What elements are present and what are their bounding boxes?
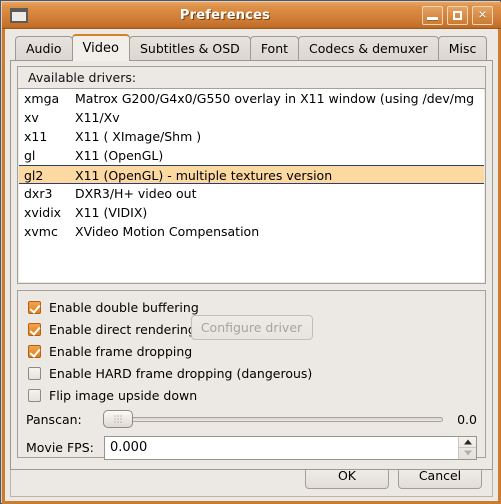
tab-font[interactable]: Font — [249, 36, 300, 60]
checkbox-label: Enable frame dropping — [49, 343, 193, 359]
tab-codecs-demuxer[interactable]: Codecs & demuxer — [298, 36, 439, 60]
available-drivers-frame: Available drivers: xmga Matrox G200/G4x0… — [17, 66, 486, 284]
checkbox-label: Enable HARD frame dropping (dangerous) — [49, 365, 313, 381]
window-icon — [10, 7, 28, 23]
window-title: Preferences — [179, 7, 271, 23]
maximize-button[interactable] — [447, 5, 468, 25]
checkbox-unchecked-icon[interactable] — [28, 388, 41, 402]
close-button[interactable]: ✕ — [472, 5, 493, 25]
close-icon: ✕ — [477, 8, 488, 22]
driver-description: DXR3/H+ video out — [75, 186, 197, 201]
driver-description: X11 (OpenGL) — [75, 148, 164, 163]
checkbox-flip-image-upside-down[interactable]: Flip image upside down — [26, 384, 477, 406]
list-item[interactable]: dxr3 DXR3/H+ video out — [19, 184, 484, 203]
driver-name: xv — [24, 110, 39, 125]
movie-fps-row: Movie FPS: — [26, 434, 477, 461]
video-tab-page: Available drivers: xmga Matrox G200/G4x0… — [10, 60, 493, 470]
driver-description: X11/Xv — [75, 110, 120, 125]
tab-video[interactable]: Video — [71, 34, 130, 61]
driver-name: gl — [24, 148, 36, 163]
minimize-button[interactable] — [422, 5, 443, 25]
checkbox-checked-icon[interactable] — [28, 344, 41, 358]
preferences-window: Preferences ✕ Audio Video Subtitles & OS… — [0, 0, 501, 504]
minimize-icon — [427, 16, 438, 20]
tab-label: Misc — [448, 41, 477, 56]
checkbox-unchecked-icon[interactable] — [28, 366, 41, 380]
configure-driver-label: Configure driver — [200, 320, 303, 335]
checkbox-label: Enable direct rendering — [49, 321, 196, 337]
panscan-row: Panscan: 0.0 — [26, 407, 477, 431]
spinner-down-icon[interactable] — [459, 448, 476, 459]
tab-label: Font — [260, 41, 289, 56]
tab-label: Subtitles & OSD — [139, 41, 240, 56]
list-item[interactable]: xmga Matrox G200/G4x0/G550 overlay in X1… — [19, 89, 484, 108]
driver-description: Matrox G200/G4x0/G550 overlay in X11 win… — [75, 91, 475, 106]
movie-fps-label: Movie FPS: — [26, 440, 94, 455]
tab-audio[interactable]: Audio — [15, 36, 73, 60]
available-drivers-label: Available drivers: — [18, 67, 485, 89]
panscan-slider-thumb[interactable] — [103, 409, 133, 428]
tab-subtitles-osd[interactable]: Subtitles & OSD — [128, 36, 251, 60]
tab-label: Audio — [26, 41, 62, 56]
title-bar: Preferences ✕ — [2, 2, 501, 29]
checkbox-label: Flip image upside down — [49, 387, 198, 403]
grip-icon — [113, 414, 123, 423]
driver-name: x11 — [24, 129, 48, 144]
driver-description: X11 (OpenGL) - multiple textures version — [75, 168, 333, 183]
driver-description: X11 ( XImage/Shm ) — [75, 129, 202, 144]
list-item[interactable]: xvmc XVideo Motion Compensation — [19, 222, 484, 241]
app-root: Preferences ✕ Audio Video Subtitles & OS… — [0, 0, 501, 504]
window-controls: ✕ — [422, 5, 493, 25]
movie-fps-stepper — [458, 436, 476, 459]
tab-bar: Audio Video Subtitles & OSD Font Codecs … — [10, 34, 493, 61]
tab-label: Video — [82, 41, 119, 56]
driver-description: XVideo Motion Compensation — [75, 224, 260, 239]
driver-name: xvidix — [24, 205, 62, 220]
spinner-up-icon[interactable] — [459, 437, 476, 448]
panscan-slider[interactable] — [103, 409, 443, 428]
tab-misc[interactable]: Misc — [437, 36, 488, 60]
driver-name: dxr3 — [24, 186, 53, 201]
movie-fps-spinner[interactable] — [104, 435, 477, 460]
panscan-label: Panscan: — [26, 411, 82, 427]
window-content: Audio Video Subtitles & OSD Font Codecs … — [5, 29, 498, 501]
drivers-list[interactable]: xmga Matrox G200/G4x0/G550 overlay in X1… — [19, 89, 484, 282]
list-item[interactable]: gl X11 (OpenGL) — [19, 146, 484, 165]
driver-name: xmga — [24, 91, 60, 106]
movie-fps-input[interactable] — [105, 436, 458, 459]
list-item[interactable]: xv X11/Xv — [19, 108, 484, 127]
list-item[interactable]: x11 X11 ( XImage/Shm ) — [19, 127, 484, 146]
checkbox-label: Enable double buffering — [49, 299, 199, 315]
configure-driver-button[interactable]: Configure driver — [190, 315, 313, 340]
driver-name: xvmc — [24, 224, 58, 239]
maximize-icon — [453, 10, 462, 20]
tab-label: Codecs & demuxer — [309, 41, 428, 56]
checkbox-checked-icon[interactable] — [28, 300, 41, 314]
checkbox-checked-icon[interactable] — [28, 322, 41, 336]
driver-name: gl2 — [24, 168, 44, 183]
checkbox-enable-hard-frame-dropping[interactable]: Enable HARD frame dropping (dangerous) — [26, 362, 477, 384]
checkbox-enable-frame-dropping[interactable]: Enable frame dropping — [26, 340, 477, 362]
list-item[interactable]: xvidix X11 (VIDIX) — [19, 203, 484, 222]
panscan-value: 0.0 — [457, 411, 477, 427]
list-item-selected[interactable]: gl2 X11 (OpenGL) - multiple textures ver… — [19, 165, 484, 184]
driver-description: X11 (VIDIX) — [75, 205, 148, 220]
